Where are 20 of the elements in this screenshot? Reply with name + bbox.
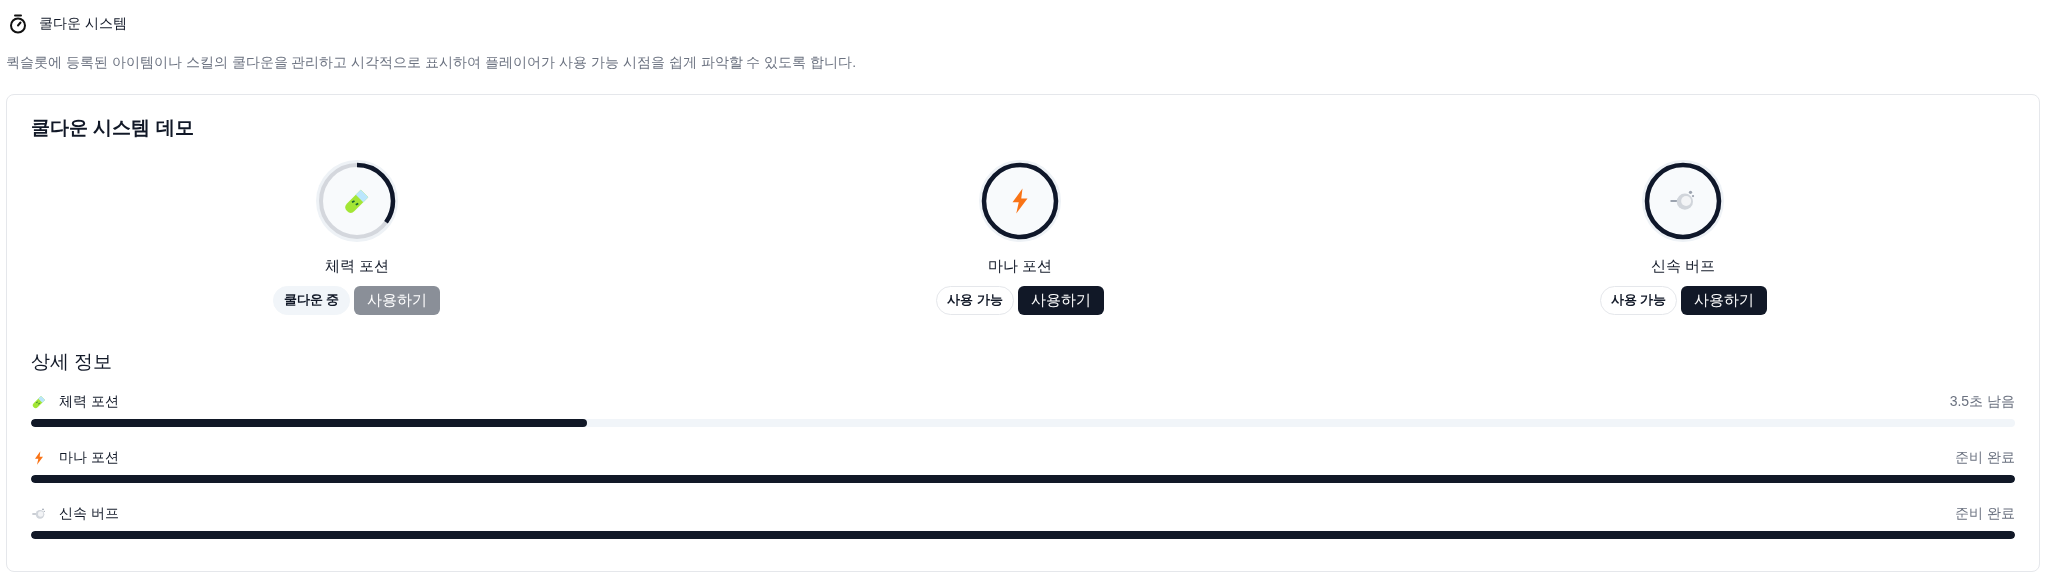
skill-name: 마나 포션 <box>987 257 1053 276</box>
status-badge: 쿨다운 중 <box>272 286 351 315</box>
description: 퀵슬롯에 등록된 아이템이나 스킬의 쿨다운을 관리하고 시각적으로 표시하여 플레이어가 사용 가능 시점을 쉽게 파악할 수 있도록 합니다. <box>6 54 858 72</box>
use-button[interactable]: 사용하기 <box>1017 286 1104 315</box>
item-name: 신속 버프 <box>59 505 119 523</box>
time-status: 3.5초 남음 <box>1949 393 2015 411</box>
item-name: 체력 포션 <box>59 393 119 411</box>
section-heading: 상세 정보 <box>31 350 114 374</box>
status-badge: 사용 가능 <box>1599 286 1678 315</box>
stopwatch-icon <box>9 14 27 34</box>
page-title: 쿨다운 시스템 <box>39 15 127 33</box>
test-tube-icon <box>31 394 47 410</box>
time-status: 준비 완료 <box>1955 505 2015 523</box>
use-button[interactable]: 사용하기 <box>1681 286 1768 315</box>
card-title: 쿨다운 시스템 데모 <box>31 116 195 140</box>
skill-name: 체력 포션 <box>324 257 389 276</box>
skill-name: 신속 버프 <box>1651 257 1716 276</box>
item-name: 마나 포션 <box>59 449 119 467</box>
status-badge: 사용 가능 <box>936 286 1014 315</box>
time-status: 준비 완료 <box>1955 449 2015 467</box>
